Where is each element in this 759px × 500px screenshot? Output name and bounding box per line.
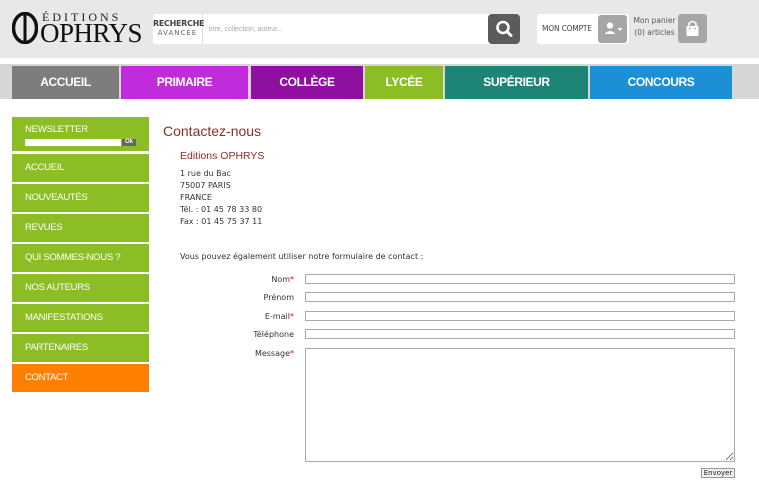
phone-line: Tél. : 01 45 78 33 80 [180,205,263,214]
newsletter-email-input[interactable] [25,139,121,146]
newsletter-box: NEWSLETTER Ok [12,117,149,151]
logo-text-big: OPHRYS [40,18,143,48]
newsletter-ok-button[interactable]: Ok [122,139,136,146]
page-title: Contactez-nous [163,123,262,139]
advanced-search-link[interactable]: RECHERCHE AVANCÉE [153,14,205,44]
company-name: Editions OPHRYS [180,150,265,162]
required-mark: * [290,312,294,321]
telephone-label: Téléphone [253,330,294,339]
company-address: 1 rue du Bac 75007 PARIS FRANCE Tél. : 0… [180,168,262,228]
nav-item-superieur[interactable]: SUPÉRIEUR [445,66,588,99]
address-line: 75007 PARIS [180,181,231,190]
main-nav: ACCUEIL PRIMAIRE COLLÈGE LYCÉE SUPÉRIEUR… [0,64,759,99]
site-header: ÉDITIONS OPHRYS RECHERCHE AVANCÉE MON CO… [0,0,759,58]
nav-item-accueil[interactable]: ACCUEIL [12,66,119,99]
required-mark: * [290,349,294,358]
sidebar-item-revues[interactable]: REVUES [12,214,149,242]
nav-item-primaire[interactable]: PRIMAIRE [121,66,248,99]
cart-count: (0) articles [634,28,675,37]
nav-item-college[interactable]: COLLÈGE [251,66,363,99]
shopping-bag-icon[interactable] [678,14,707,43]
form-intro: Vous pouvez également utiliser notre for… [180,252,424,261]
fax-line: Fax : 01 45 75 37 11 [180,217,263,226]
sidebar-item-nouveautes[interactable]: NOUVEAUTÉS [12,184,149,212]
email-field[interactable] [305,311,735,321]
prenom-field[interactable] [305,292,735,302]
sidebar-item-nos-auteurs[interactable]: NOS AUTEURS [12,274,149,302]
advanced-search-line2: AVANCÉE [157,29,198,37]
account-label: MON COMPTE [542,24,592,33]
telephone-field[interactable] [305,329,735,339]
advanced-search-line1: RECHERCHE [153,19,205,28]
nav-item-lycee[interactable]: LYCÉE [365,66,443,99]
search-box: RECHERCHE AVANCÉE [153,14,520,44]
newsletter-title: NEWSLETTER [25,124,88,135]
message-label: Message* [254,349,294,358]
cart-label: Mon panier [633,16,676,25]
sidebar-item-qui-sommes-nous[interactable]: QUI SOMMES-NOUS ? [12,244,149,272]
message-field[interactable] [305,348,735,462]
prenom-label: Prénom [263,293,294,302]
sidebar-item-accueil[interactable]: ACCUEIL [12,154,149,182]
logo-mark-icon [12,12,38,44]
user-icon [598,15,627,43]
required-mark: * [290,275,294,284]
address-line: FRANCE [180,193,212,202]
cart-link[interactable]: Mon panier (0) articles [632,15,677,39]
search-input[interactable] [209,21,479,37]
nom-field[interactable] [305,274,735,284]
site-logo[interactable]: ÉDITIONS OPHRYS [12,10,143,48]
search-icon [496,20,513,37]
address-line: 1 rue du Bac [180,169,231,178]
submit-button[interactable]: Envoyer [701,468,735,478]
sidebar-item-manifestations[interactable]: MANIFESTATIONS [12,304,149,332]
search-button[interactable] [488,14,520,44]
email-label: E-mail* [264,312,294,321]
account-link[interactable]: MON COMPTE [537,14,629,44]
nom-label: Nom* [271,275,294,284]
sidebar-item-contact[interactable]: CONTACT [12,364,149,392]
nav-item-concours[interactable]: CONCOURS [590,66,732,99]
sidebar-item-partenaires[interactable]: PARTENAIRES [12,334,149,362]
